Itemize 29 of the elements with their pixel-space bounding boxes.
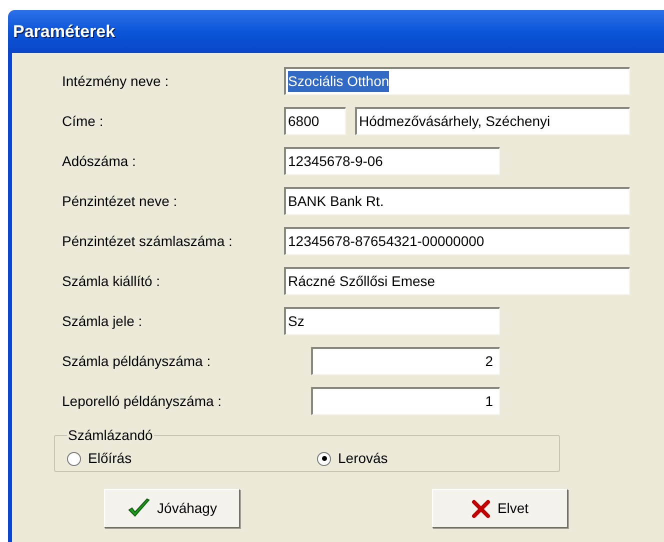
window-title: Paraméterek bbox=[13, 20, 116, 43]
input-field[interactable]: Szociális Otthon bbox=[284, 67, 630, 95]
input-field[interactable]: 1 bbox=[311, 387, 500, 415]
field-label: Pénzintézet számlaszáma : bbox=[61, 232, 234, 250]
input-field[interactable]: 6800 bbox=[284, 107, 346, 135]
field-label: Számla példányszáma : bbox=[61, 352, 212, 371]
check-icon bbox=[127, 498, 152, 520]
field-label: Számla jele : bbox=[61, 312, 144, 331]
field-label: Leporelló példányszáma : bbox=[61, 392, 223, 411]
field-label: Pénzintézet neve : bbox=[61, 192, 178, 210]
input-field[interactable]: 12345678-9-06 bbox=[284, 147, 500, 175]
field-label: Intézmény neve : bbox=[61, 72, 170, 91]
radio-label[interactable]: Előírás bbox=[88, 448, 132, 469]
input-field[interactable]: 2 bbox=[311, 347, 500, 375]
field-label: Adószáma : bbox=[61, 152, 137, 170]
field-label: Címe : bbox=[61, 112, 104, 130]
radio-button[interactable] bbox=[317, 452, 331, 466]
input-field[interactable]: BANK Bank Rt. bbox=[284, 187, 630, 215]
radio-button[interactable] bbox=[67, 452, 81, 466]
input-field[interactable]: Ráczné Szőllősi Emese bbox=[284, 267, 630, 295]
close-icon bbox=[471, 498, 492, 518]
input-field[interactable]: Hódmezővásárhely, Széchenyi bbox=[355, 107, 630, 135]
approve-button[interactable]: Jóváhagy bbox=[104, 489, 240, 528]
radio-label[interactable]: Lerovás bbox=[338, 448, 388, 469]
cancel-button[interactable]: Elvet bbox=[432, 489, 568, 528]
field-label: Számla kiállító : bbox=[61, 272, 162, 290]
group-title: Számlázandó bbox=[67, 427, 154, 443]
input-field[interactable]: Sz bbox=[284, 307, 500, 335]
input-field[interactable]: 12345678-87654321-00000000 bbox=[284, 227, 630, 255]
